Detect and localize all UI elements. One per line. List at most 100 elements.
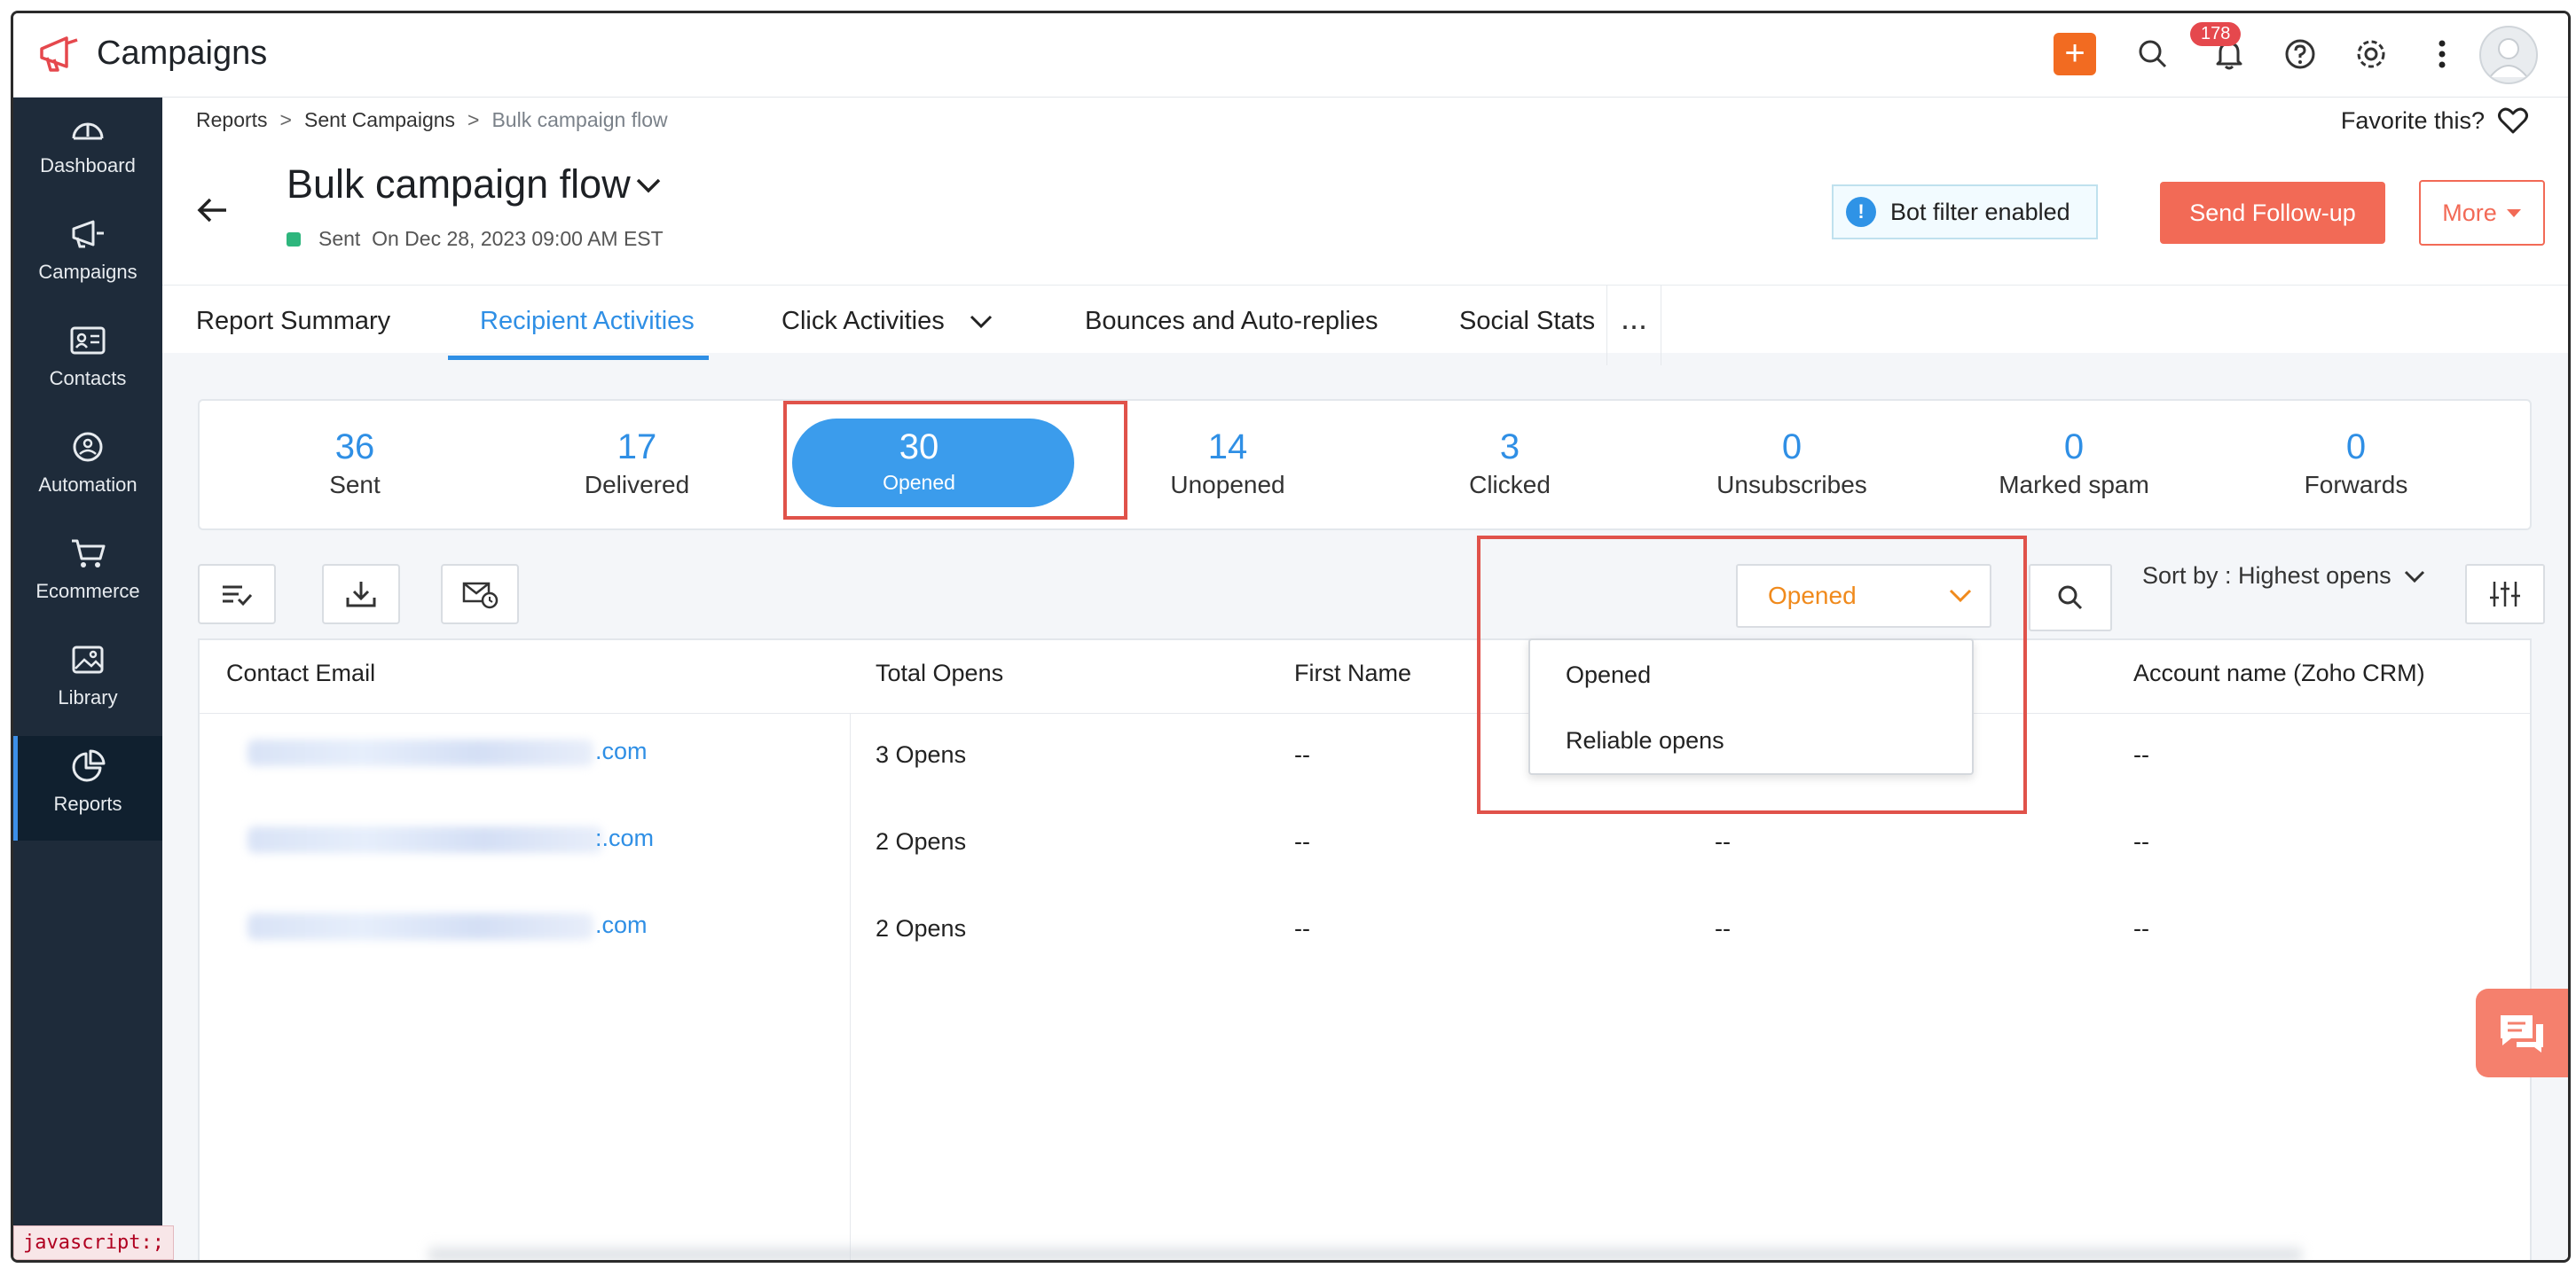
chevron-down-icon	[970, 316, 992, 329]
stat-value: 17	[617, 427, 657, 466]
contact-card-icon	[70, 326, 106, 355]
sidebar-item-label: Automation	[38, 474, 137, 496]
sidebar-item-ecommerce[interactable]: Ecommerce	[13, 523, 162, 628]
search-icon[interactable]	[2132, 33, 2174, 75]
stat-value: 36	[334, 427, 375, 466]
favorite-label: Favorite this?	[2340, 106, 2485, 134]
first-name-cell: --	[1294, 741, 1310, 768]
stat-label: Clicked	[1469, 471, 1551, 498]
more-tabs-button[interactable]: ...	[1606, 286, 1661, 365]
create-plus-button[interactable]: +	[2054, 33, 2096, 75]
highlight-box-opened	[783, 401, 1127, 520]
send-follow-up-button[interactable]: Send Follow-up	[2160, 182, 2385, 244]
breadcrumb-reports[interactable]: Reports	[196, 108, 268, 131]
stat-value: 0	[2345, 427, 2367, 466]
table-search-button[interactable]	[2029, 564, 2112, 631]
sidebar-item-label: Dashboard	[40, 154, 136, 176]
stat-value: 0	[1781, 427, 1802, 466]
kebab-menu-icon[interactable]	[2421, 33, 2463, 75]
stat-delivered[interactable]: 17 Delivered	[496, 401, 778, 528]
recipients-table: Contact Email Total Opens First Name Acc…	[198, 638, 2532, 1260]
first-name-cell: --	[1294, 915, 1310, 942]
browser-status-bar: javascript:;	[13, 1225, 174, 1260]
sort-by-dropdown[interactable]: Sort by : Highest opens	[2142, 562, 2427, 590]
tab-report-summary[interactable]: Report Summary	[196, 307, 390, 336]
stat-clicked[interactable]: 3 Clicked	[1369, 401, 1651, 528]
notification-count-badge: 178	[2190, 22, 2242, 46]
bot-filter-label: Bot filter enabled	[1890, 198, 2070, 225]
column-settings-button[interactable]	[2465, 564, 2545, 624]
table-cell: --	[1715, 915, 1731, 942]
stat-value: 3	[1499, 427, 1520, 466]
search-icon	[2058, 585, 2083, 610]
gauge-icon	[72, 122, 104, 140]
app-title: Campaigns	[97, 35, 268, 72]
stat-unsubscribes[interactable]: 0 Unsubscribes	[1651, 401, 1933, 528]
table-row[interactable]: .com 3 Opens -- --	[200, 713, 2530, 800]
favorite-toggle[interactable]: Favorite this?	[2341, 106, 2529, 135]
stat-forwards[interactable]: 0 Forwards	[2215, 401, 2497, 528]
stat-label: Forwards	[2304, 471, 2408, 498]
gear-icon[interactable]	[2350, 33, 2392, 75]
breadcrumb-sent-campaigns[interactable]: Sent Campaigns	[304, 108, 455, 131]
mail-clock-icon	[462, 582, 499, 609]
chevron-down-icon[interactable]	[632, 172, 664, 199]
sidebar-item-dashboard[interactable]: Dashboard	[13, 98, 162, 202]
tab-recipient-activities[interactable]: Recipient Activities	[480, 307, 695, 336]
megaphone-icon	[72, 220, 104, 248]
table-row[interactable]: .com 2 Opens -- -- --	[200, 887, 2530, 974]
image-icon	[72, 646, 104, 674]
stat-sent[interactable]: 36 Sent	[214, 401, 496, 528]
more-label: More	[2442, 199, 2497, 226]
schedule-email-button[interactable]	[441, 564, 519, 624]
heart-icon[interactable]	[2497, 106, 2529, 135]
sliders-icon	[2490, 582, 2520, 607]
stat-marked-spam[interactable]: 0 Marked spam	[1933, 401, 2215, 528]
account-name-cell: --	[2133, 741, 2149, 768]
sidebar-item-library[interactable]: Library	[13, 630, 162, 734]
chevron-down-icon	[2404, 570, 2424, 583]
column-header-total-opens[interactable]: Total Opens	[876, 660, 1003, 687]
sidebar-item-campaigns[interactable]: Campaigns	[13, 204, 162, 309]
chat-bubble-icon	[2501, 1015, 2543, 1053]
account-name-cell: --	[2133, 915, 2149, 942]
redacted-email	[247, 913, 593, 940]
total-opens-cell: 3 Opens	[876, 741, 967, 768]
campaign-status: Sent On Dec 28, 2023 09:00 AM EST	[318, 227, 664, 251]
contact-email-link[interactable]: .com	[595, 738, 648, 765]
table-row[interactable]: :.com 2 Opens -- -- --	[200, 800, 2530, 887]
stat-unopened[interactable]: 14 Unopened	[1087, 401, 1369, 528]
select-rows-button[interactable]	[198, 564, 276, 624]
breadcrumb-separator: >	[279, 108, 292, 131]
stat-value: 14	[1207, 427, 1248, 466]
stat-value: 0	[2063, 427, 2085, 466]
sidebar-item-reports[interactable]: Reports	[13, 736, 162, 841]
help-icon[interactable]	[2279, 33, 2321, 75]
stat-label: Delivered	[584, 471, 690, 498]
list-check-icon	[223, 585, 253, 607]
more-button[interactable]: More	[2419, 180, 2545, 246]
export-button[interactable]	[322, 564, 400, 624]
tab-social-stats[interactable]: Social Stats	[1459, 307, 1595, 336]
stat-label: Unsubscribes	[1716, 471, 1867, 498]
info-icon: !	[1846, 197, 1876, 227]
back-arrow-icon[interactable]	[194, 195, 230, 225]
column-header-contact-email[interactable]: Contact Email	[226, 660, 375, 687]
sidebar-item-label: Library	[58, 686, 118, 708]
chat-support-button[interactable]	[2476, 989, 2568, 1077]
total-opens-cell: 2 Opens	[876, 828, 967, 855]
tab-bounces-auto-replies[interactable]: Bounces and Auto-replies	[1085, 307, 1378, 336]
sidebar-item-automation[interactable]: Automation	[13, 417, 162, 521]
sidebar-item-contacts[interactable]: Contacts	[13, 310, 162, 415]
contact-email-link[interactable]: :.com	[595, 825, 654, 852]
top-bar: Campaigns + 178	[13, 13, 2568, 98]
bot-filter-badge[interactable]: ! Bot filter enabled	[1832, 184, 2098, 239]
user-avatar[interactable]	[2479, 26, 2538, 84]
pie-chart-icon	[72, 749, 106, 782]
contact-email-link[interactable]: .com	[595, 912, 648, 939]
stat-label: Unopened	[1170, 471, 1285, 498]
table-cell: --	[1715, 828, 1731, 855]
tab-click-activities[interactable]: Click Activities	[781, 307, 994, 336]
column-header-first-name[interactable]: First Name	[1294, 660, 1411, 687]
column-header-account-name[interactable]: Account name (Zoho CRM)	[2133, 660, 2425, 687]
